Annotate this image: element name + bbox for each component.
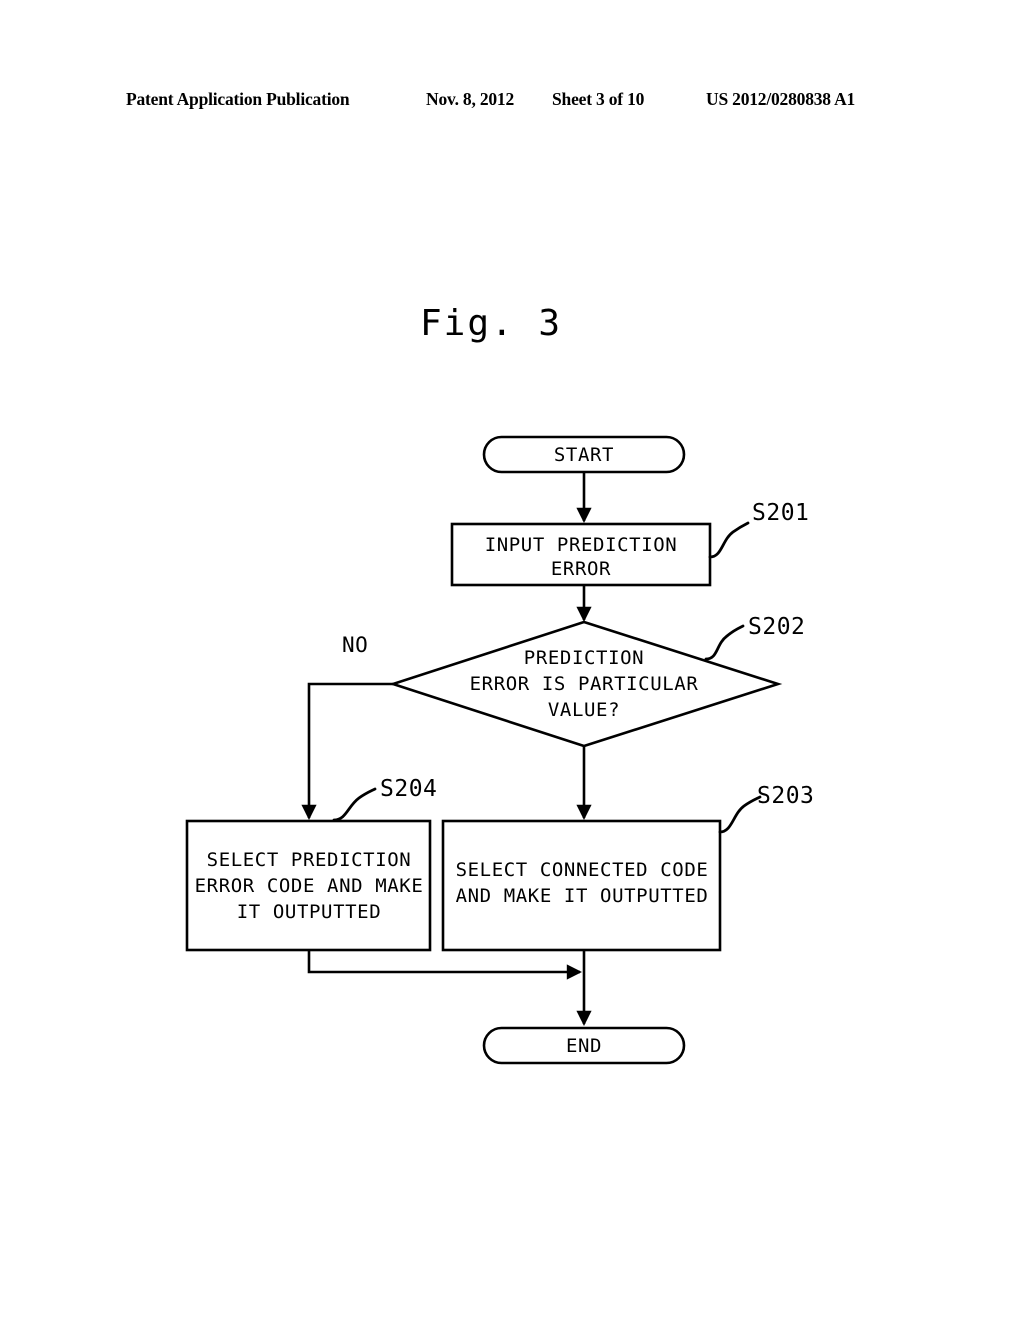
- start-label: START: [554, 444, 614, 466]
- s202-step-ref: S202: [748, 614, 805, 640]
- node-start: START: [482, 435, 686, 474]
- s203-leader-line: [718, 795, 762, 834]
- s203-step-ref: S203: [757, 783, 814, 809]
- flowchart-diagram: Fig. 3 START INPUT PREDICTION ERROR S201…: [185, 303, 814, 1065]
- s201-label-line-1: INPUT PREDICTION: [485, 534, 678, 556]
- s201-step-ref: S201: [752, 500, 809, 526]
- s204-leader-line: [332, 787, 377, 822]
- end-label: END: [566, 1035, 602, 1057]
- s204-label-line-2: ERROR CODE AND MAKE: [195, 875, 424, 897]
- node-end: END: [482, 1026, 686, 1065]
- s201-label-line-2: ERROR: [551, 558, 611, 580]
- figure-title: Fig. 3: [420, 303, 562, 344]
- s202-leader-line: [704, 624, 745, 661]
- s204-label-line-1: SELECT PREDICTION: [207, 849, 412, 871]
- node-s202: PREDICTION ERROR IS PARTICULAR VALUE?: [388, 620, 783, 748]
- s202-label-line-1: PREDICTION: [524, 647, 644, 669]
- s201-leader-line: [708, 521, 750, 559]
- branch-label-no: NO: [342, 633, 368, 657]
- node-s204: SELECT PREDICTION ERROR CODE AND MAKE IT…: [185, 819, 432, 952]
- s204-step-ref: S204: [380, 776, 437, 802]
- s203-label-line-2: AND MAKE IT OUTPUTTED: [456, 885, 709, 907]
- node-s203: SELECT CONNECTED CODE AND MAKE IT OUTPUT…: [441, 819, 722, 952]
- s204-label-line-3: IT OUTPUTTED: [237, 901, 381, 923]
- s202-label-line-2: ERROR IS PARTICULAR: [470, 673, 699, 695]
- s203-label-line-1: SELECT CONNECTED CODE: [456, 859, 709, 881]
- node-s201: INPUT PREDICTION ERROR: [450, 522, 712, 587]
- s202-label-line-3: VALUE?: [548, 699, 620, 721]
- edge-s204-to-end-merge: [307, 950, 582, 980]
- patent-figure-page: Patent Application Publication Nov. 8, 2…: [0, 0, 1024, 1320]
